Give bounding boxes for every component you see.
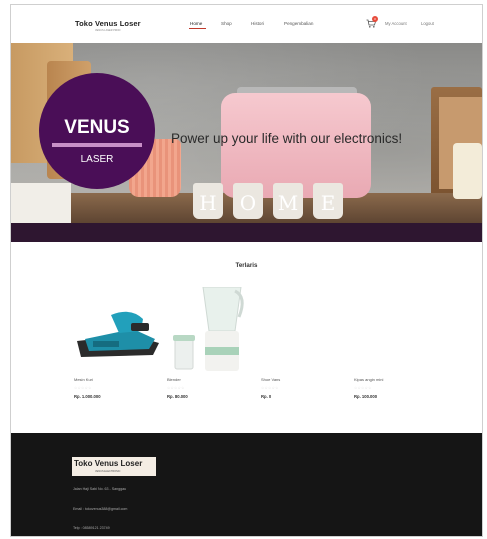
brand-badge-divider — [52, 143, 142, 147]
product-card[interactable]: Kipas angin mini ☆☆☆☆☆ Rp. 100.000 — [354, 377, 444, 399]
product-rating: ☆☆☆☆☆ — [74, 386, 92, 390]
footer-email: Email : tokovenus388@gmail.com — [73, 507, 128, 511]
cup: M — [273, 183, 303, 219]
site-logo[interactable]: Toko Venus Loser — [75, 19, 141, 28]
cup-letter: E — [320, 191, 336, 215]
section-title: Terlaris — [235, 262, 258, 269]
product-card[interactable]: Shoe Vans ☆☆☆☆☆ Rp. 0 — [261, 377, 351, 399]
cart-count-badge: 0 — [372, 16, 378, 22]
cup-letter: M — [277, 191, 299, 215]
my-account-link[interactable]: My Account — [385, 21, 407, 26]
footer-logo-subtitle: VENUS ELECTRONIC — [95, 470, 121, 473]
site-header: Toko Venus Loser VENUS LASER PROD Home S… — [11, 5, 482, 43]
white-dish-image — [11, 183, 71, 223]
product-rating: ☆☆☆☆☆ — [261, 386, 279, 390]
nav-home[interactable]: Home — [190, 21, 202, 26]
product-rating: ☆☆☆☆☆ — [167, 386, 185, 390]
product-price: Rp. 1.000.000 — [74, 394, 101, 399]
cup: O — [233, 183, 263, 219]
browser-page: Toko Venus Loser VENUS LASER PROD Home S… — [10, 4, 483, 537]
footer-logo[interactable]: Toko Venus Loser — [74, 459, 142, 468]
blender-product-image[interactable] — [169, 287, 251, 373]
nav-pengembalian[interactable]: Pengembalian — [284, 21, 313, 26]
brand-badge-title: VENUS — [64, 117, 130, 138]
product-price: Rp. 100.000 — [354, 394, 378, 399]
cup: E — [313, 183, 343, 219]
hero-banner: H O M E VENUS LASER Power up your life w… — [11, 43, 482, 223]
cup-letter: H — [199, 191, 217, 215]
home-cups-image: H O M E — [193, 183, 373, 221]
mug-image — [453, 143, 482, 199]
product-card[interactable]: Mesin Kuri ☆☆☆☆☆ Rp. 1.000.000 — [74, 377, 164, 399]
product-rating: ☆☆☆☆☆ — [354, 386, 372, 390]
product-card[interactable]: Blender ☆☆☆☆☆ Rp. 80.000 — [167, 377, 257, 399]
product-price: Rp. 80.000 — [167, 394, 188, 399]
brand-badge-subtitle: LASER — [80, 154, 114, 165]
hero-tagline: Power up your life with our electronics! — [171, 131, 403, 146]
logout-link[interactable]: Logout — [421, 21, 434, 26]
product-name[interactable]: Mesin Kuri — [74, 377, 164, 382]
product-name[interactable]: Kipas angin mini — [354, 377, 444, 382]
nav-active-indicator — [189, 28, 206, 29]
nav-histori[interactable]: Histori — [251, 21, 264, 26]
cup-letter: O — [239, 191, 257, 215]
nav-shop[interactable]: Shop — [221, 21, 232, 26]
site-footer: Toko Venus Loser VENUS ELECTRONIC Jalan … — [11, 433, 482, 536]
product-name[interactable]: Shoe Vans — [261, 377, 351, 382]
site-logo-subtitle: VENUS LASER PROD — [95, 29, 121, 32]
cup: H — [193, 183, 223, 219]
product-name[interactable]: Blender — [167, 377, 257, 382]
footer-address: Jalan Haji Sabi No. 63 - Sanggau — [73, 487, 127, 491]
planer-product-image[interactable] — [71, 301, 163, 365]
hero-bottom-band — [11, 223, 482, 242]
product-price: Rp. 0 — [261, 394, 272, 399]
footer-phone: Telp : 08589121 23749 — [73, 526, 110, 530]
